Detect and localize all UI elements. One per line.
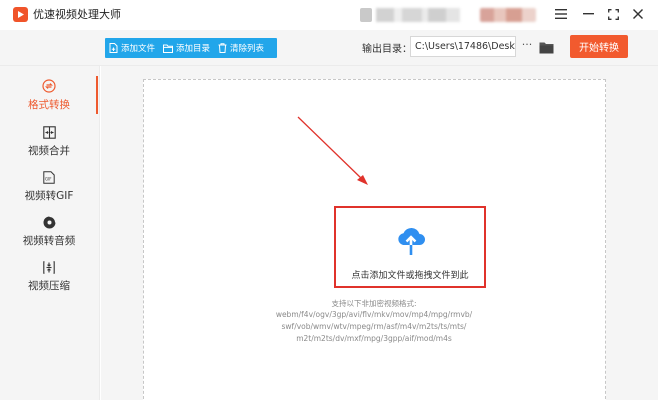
- sidebar: 格式转换 视频合并 GIF 视频转GIF 视频转音频 视频压缩: [0, 66, 100, 400]
- compress-icon: [43, 261, 55, 274]
- add-file-label: 添加文件: [121, 44, 156, 54]
- close-icon[interactable]: [628, 5, 648, 23]
- formats-line: webm/f4v/ogv/3gp/avi/flv/mkv/mov/mp4/mpg…: [275, 310, 473, 319]
- toolbar: 添加文件 添加目录 清除列表 输出目录： C:\Users\17486\Desk…: [0, 30, 658, 66]
- gif-icon: GIF: [43, 171, 55, 184]
- user-avatar[interactable]: [360, 8, 372, 22]
- sidebar-item-video-to-audio[interactable]: 视频转音频: [0, 209, 98, 255]
- add-file-drop-target[interactable]: 点击添加文件或拖拽文件到此: [334, 206, 486, 288]
- clear-list-button[interactable]: 清除列表: [214, 38, 268, 58]
- sidebar-item-label: 格式转换: [28, 98, 70, 111]
- add-directory-label: 添加目录: [176, 44, 211, 54]
- add-file-icon: [109, 43, 118, 53]
- open-folder-icon[interactable]: [539, 39, 554, 54]
- merge-icon: [42, 126, 56, 139]
- drop-instruction: 点击添加文件或拖拽文件到此: [351, 271, 469, 281]
- app-title: 优速视频处理大师: [33, 8, 121, 21]
- user-name-blurred[interactable]: [376, 8, 460, 22]
- sidebar-item-video-merge[interactable]: 视频合并: [0, 119, 98, 165]
- minimize-icon[interactable]: [578, 5, 598, 23]
- main-area: 点击添加文件或拖拽文件到此 支持以下非加密视频格式: webm/f4v/ogv/…: [101, 66, 658, 400]
- file-drop-zone[interactable]: 点击添加文件或拖拽文件到此 支持以下非加密视频格式: webm/f4v/ogv/…: [143, 79, 606, 400]
- clear-list-label: 清除列表: [230, 44, 265, 54]
- menu-icon[interactable]: [551, 5, 571, 23]
- sidebar-item-format-convert[interactable]: 格式转换: [0, 72, 98, 118]
- formats-line: m2t/m2ts/dv/mxf/mpg/3gpp/aif/mod/m4s: [296, 334, 452, 343]
- add-folder-icon: [163, 44, 174, 53]
- format-convert-icon: [42, 78, 56, 93]
- audio-icon: [43, 216, 56, 229]
- sidebar-item-video-to-gif[interactable]: GIF 视频转GIF: [0, 164, 98, 210]
- browse-more-button[interactable]: ···: [519, 38, 535, 54]
- maximize-icon[interactable]: [603, 5, 623, 23]
- cloud-upload-icon: [398, 227, 425, 255]
- formats-title: 支持以下非加密视频格式:: [331, 299, 417, 308]
- sidebar-item-label: 视频合并: [28, 145, 70, 157]
- add-directory-button[interactable]: 添加目录: [159, 38, 214, 58]
- title-bar: 优速视频处理大师: [0, 0, 658, 30]
- output-dir-field[interactable]: C:\Users\17486\Deskto: [410, 36, 516, 57]
- vip-badge-blurred[interactable]: [480, 8, 536, 22]
- app-logo-icon: [13, 7, 28, 22]
- sidebar-item-video-compress[interactable]: 视频压缩: [0, 254, 98, 300]
- file-button-group: 添加文件 添加目录 清除列表: [105, 38, 277, 58]
- svg-text:GIF: GIF: [45, 177, 52, 182]
- add-file-button[interactable]: 添加文件: [105, 38, 159, 58]
- sidebar-item-label: 视频转音频: [22, 235, 76, 247]
- sidebar-item-label: 视频压缩: [28, 280, 70, 292]
- trash-icon: [218, 43, 227, 53]
- output-dir-label: 输出目录：: [362, 44, 412, 55]
- sidebar-item-label: 视频转GIF: [24, 190, 74, 202]
- formats-line: swf/vob/wmv/wtv/mpeg/rm/asf/m4v/m2ts/ts/…: [281, 322, 467, 331]
- start-convert-button[interactable]: 开始转换: [570, 35, 628, 58]
